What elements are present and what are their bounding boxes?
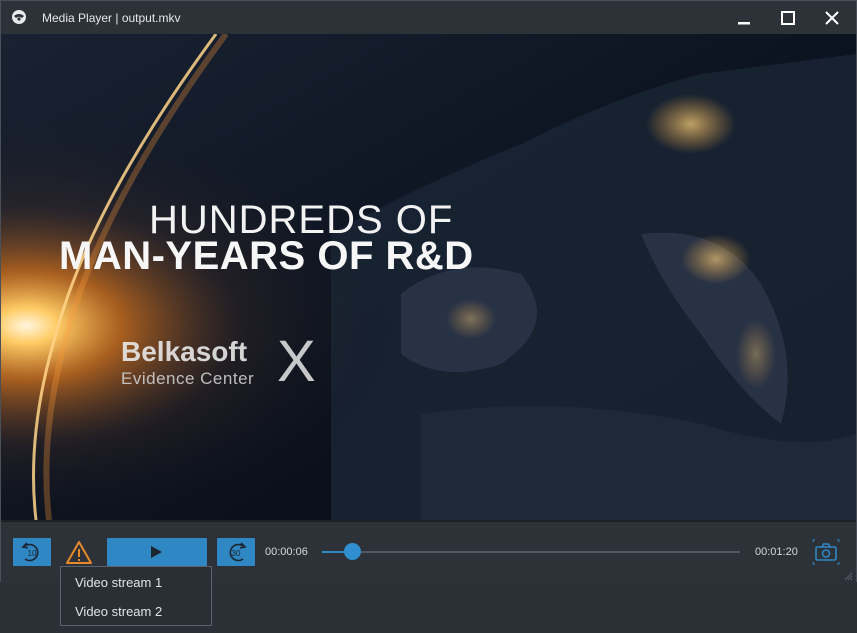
brand-subtitle: Evidence Center — [121, 369, 255, 388]
menu-item-video-stream-1[interactable]: Video stream 1 — [75, 575, 162, 590]
video-frame[interactable]: HUNDREDS OF MAN-YEARS OF R&D Belkasoft E… — [1, 34, 856, 520]
total-time: 00:01:20 — [755, 546, 798, 558]
minimize-button[interactable] — [730, 7, 758, 29]
brand-name: Belkasoft — [121, 336, 248, 367]
seek-track[interactable] — [322, 551, 740, 553]
brand-x-mark: X — [277, 329, 316, 394]
title-bar[interactable]: Media Player | output.mkv — [1, 1, 856, 34]
snapshot-button[interactable] — [812, 539, 840, 565]
camera-icon — [812, 539, 840, 565]
current-time: 00:00:06 — [265, 546, 308, 558]
media-player-window: Media Player | output.mkv HUNDREDS OF MA… — [0, 0, 857, 583]
seek-handle[interactable] — [344, 543, 361, 560]
rewind-button[interactable]: 10 — [13, 538, 51, 566]
app-logo-icon — [11, 9, 27, 25]
forward-30-icon: 30 — [229, 542, 247, 562]
maximize-icon — [781, 11, 795, 25]
video-headline-line2: MAN-YEARS OF R&D — [59, 234, 474, 278]
resize-grip-icon[interactable] — [843, 568, 853, 581]
minimize-icon — [738, 22, 750, 25]
maximize-button[interactable] — [774, 7, 802, 29]
window-title: Media Player | output.mkv — [42, 11, 181, 25]
video-stream-menu: Video stream 1 Video stream 2 — [60, 566, 212, 626]
rewind-10-icon: 10 — [21, 542, 39, 562]
forward-button[interactable]: 30 — [217, 538, 255, 566]
rewind-label: 10 — [28, 549, 37, 558]
close-button[interactable] — [818, 7, 846, 29]
play-icon — [151, 546, 162, 558]
play-button[interactable] — [107, 538, 207, 566]
close-icon — [825, 11, 839, 25]
forward-label: 30 — [232, 549, 241, 558]
stream-warning-button[interactable] — [65, 540, 93, 566]
menu-item-video-stream-2[interactable]: Video stream 2 — [75, 604, 162, 619]
warning-icon — [66, 541, 92, 564]
